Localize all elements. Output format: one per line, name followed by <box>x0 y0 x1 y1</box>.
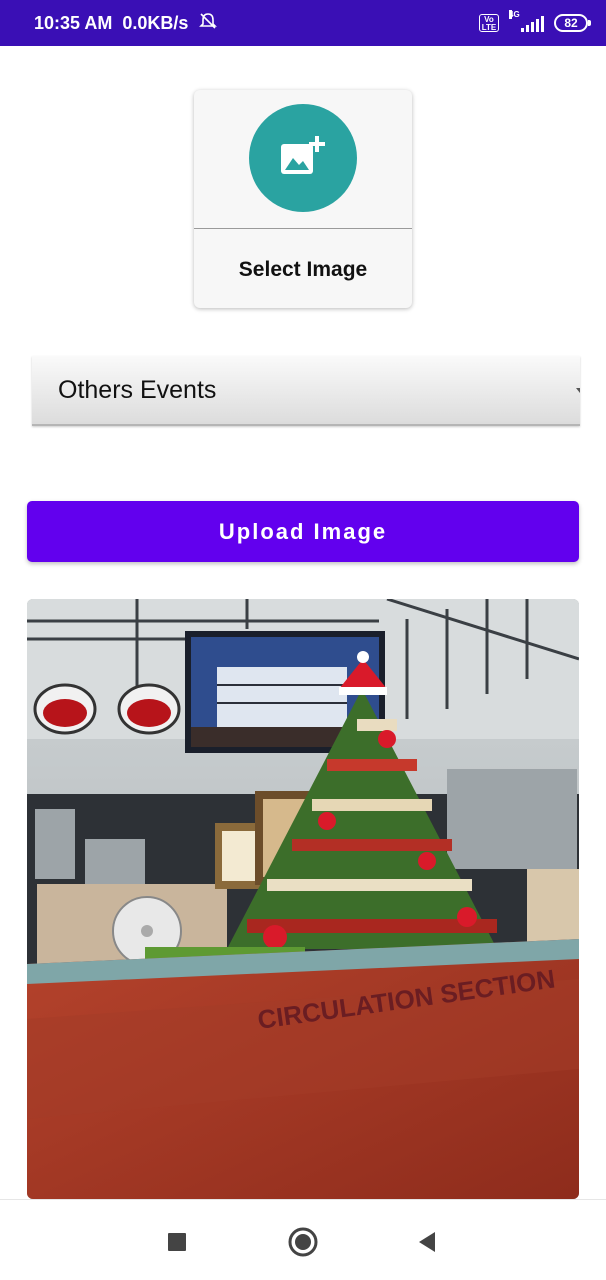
recents-square-icon[interactable] <box>157 1222 197 1262</box>
back-triangle-icon[interactable] <box>407 1222 447 1262</box>
card-divider <box>194 228 412 229</box>
preview-image: CIRCULATION SECTION <box>27 599 579 1199</box>
dropdown-arrow-icon[interactable] <box>576 388 580 393</box>
mute-icon <box>198 11 218 36</box>
home-circle-icon[interactable] <box>283 1222 323 1262</box>
status-bar: 10:35 AM 0.0KB/s Vo LTE 4G 82 <box>0 0 606 46</box>
spinner-selected-value[interactable]: Others Events <box>58 376 216 405</box>
battery-level: 82 <box>564 16 578 30</box>
navigation-bar <box>0 1199 606 1280</box>
upload-image-button[interactable]: Upload Image <box>27 501 579 562</box>
add-photo-icon[interactable] <box>249 104 357 212</box>
network-type: 4G <box>509 10 520 19</box>
volte-icon: Vo LTE <box>479 14 499 32</box>
image-preview: CIRCULATION SECTION <box>27 599 579 1199</box>
status-speed: 0.0KB/s <box>122 12 189 33</box>
select-image-card[interactable]: Select Image <box>194 90 412 308</box>
battery-icon: 82 <box>554 14 591 32</box>
status-time: 10:35 AM <box>34 12 113 33</box>
select-image-label[interactable]: Select Image <box>194 258 412 282</box>
signal-icon: 4G <box>509 10 544 32</box>
category-spinner[interactable]: Others Events <box>32 356 580 426</box>
